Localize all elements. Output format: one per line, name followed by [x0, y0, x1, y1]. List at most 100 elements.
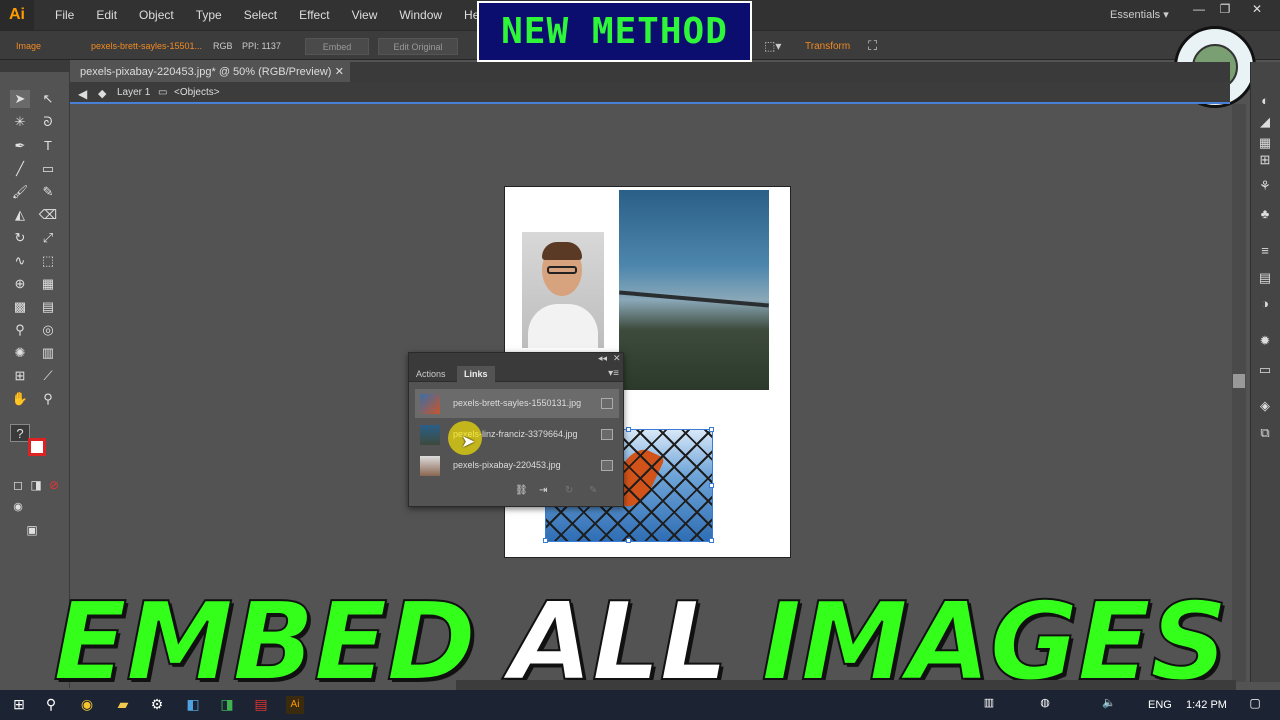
edit-original-button[interactable]: Edit Original — [378, 38, 458, 55]
perspective-grid-tool-icon[interactable]: ▦ — [38, 275, 58, 293]
rotate-tool-icon[interactable]: ↻ — [10, 229, 30, 247]
breadcrumb-layer[interactable]: Layer 1 — [117, 87, 150, 98]
pencil-tool-icon[interactable]: ✎ — [38, 183, 58, 201]
symbols-icon[interactable]: ⚘ — [1256, 178, 1274, 194]
graphic-styles-icon[interactable]: ♣ — [1256, 206, 1274, 222]
color-mode-icon[interactable]: ◻ — [8, 476, 28, 494]
gradient-panel-icon[interactable]: ▤ — [1256, 270, 1274, 286]
clock[interactable]: 1:42 PM — [1186, 699, 1227, 711]
linked-filename[interactable]: pexels-brett-sayles-15501... — [91, 41, 202, 51]
scrollbar-thumb[interactable] — [1233, 374, 1245, 388]
search-icon[interactable]: ⚲ — [42, 696, 60, 714]
swatches-icon[interactable]: ▦ — [1256, 135, 1274, 151]
update-link-icon[interactable]: ↻ — [565, 485, 573, 496]
system-tray-icons[interactable]: ▥ — [980, 696, 998, 714]
transform-link[interactable]: Transform — [805, 41, 850, 52]
layers-panel-icon[interactable]: ◈ — [1256, 398, 1274, 414]
menu-view[interactable]: View — [341, 8, 389, 22]
menu-object[interactable]: Object — [128, 8, 185, 22]
symbol-sprayer-tool-icon[interactable]: ✺ — [10, 344, 30, 362]
handle[interactable] — [709, 483, 714, 488]
restore-icon[interactable]: ❐ — [1214, 2, 1236, 18]
transparency-icon[interactable]: ◑ — [1256, 296, 1274, 312]
slice-tool-icon[interactable]: ⟋ — [38, 367, 58, 385]
pdf-icon[interactable]: ▤ — [252, 696, 270, 714]
close-icon[interactable]: ✕ — [1246, 2, 1268, 18]
breadcrumb-objects[interactable]: <Objects> — [174, 87, 220, 98]
collapse-icon[interactable]: ◂◂ — [598, 353, 607, 364]
pen-tool-icon[interactable]: ✒ — [10, 137, 30, 155]
magic-wand-tool-icon[interactable]: ✳ — [10, 113, 30, 131]
panel-menu-icon[interactable]: ▾≡ — [608, 368, 619, 379]
warp-tool-icon[interactable]: ∿ — [10, 252, 30, 270]
brushes-icon[interactable]: ⊞ — [1256, 152, 1274, 168]
eraser-tool-icon[interactable]: ⌫ — [38, 206, 58, 224]
close-tab-icon[interactable]: ✕ — [335, 65, 344, 78]
notifications-icon[interactable]: ▢ — [1246, 696, 1264, 714]
link-item[interactable]: pexels-linz-franciz-3379664.jpg — [415, 420, 619, 449]
link-item[interactable]: pexels-pixabay-220453.jpg — [415, 451, 619, 480]
link-item[interactable]: pexels-brett-sayles-1550131.jpg — [415, 389, 619, 418]
align-icon[interactable]: ⬚▾ — [764, 39, 781, 53]
gradient-mode-icon[interactable]: ◨ — [26, 476, 46, 494]
minimize-icon[interactable]: — — [1188, 2, 1210, 18]
handle[interactable] — [543, 538, 548, 543]
hand-tool-icon[interactable]: ✋ — [10, 390, 30, 408]
object-kind[interactable]: Image — [16, 41, 41, 51]
rectangle-tool-icon[interactable]: ▭ — [38, 160, 58, 178]
panel-close-icon[interactable]: ✕ — [613, 353, 621, 364]
go-to-link-icon[interactable]: ⇥ — [539, 485, 547, 496]
menu-edit[interactable]: Edit — [85, 8, 128, 22]
workspace-switcher[interactable]: Essentials ▾ — [1110, 8, 1169, 21]
horizontal-scrollbar[interactable] — [456, 680, 1236, 690]
menu-type[interactable]: Type — [185, 8, 233, 22]
panel-titlebar[interactable]: ◂◂ ✕ — [409, 353, 623, 366]
stroke-icon[interactable] — [28, 438, 46, 456]
zoom-tool-icon[interactable]: ⚲ — [38, 390, 58, 408]
back-arrow-icon[interactable]: ◀ — [78, 87, 87, 101]
handle[interactable] — [626, 538, 631, 543]
menu-select[interactable]: Select — [233, 8, 288, 22]
selection-tool-icon[interactable]: ➤ — [10, 90, 30, 108]
volume-icon[interactable]: 🔈 — [1100, 696, 1118, 714]
blend-tool-icon[interactable]: ◎ — [38, 321, 58, 339]
paintbrush-tool-icon[interactable]: 🖌 — [10, 183, 30, 201]
eyedropper-tool-icon[interactable]: ⚲ — [10, 321, 30, 339]
document-tab[interactable]: pexels-pixabay-220453.jpg* @ 50% (RGB/Pr… — [70, 62, 350, 82]
artboard-tool-icon[interactable]: ⊞ — [10, 367, 30, 385]
settings-icon[interactable]: ⚙ — [148, 696, 166, 714]
align-panel-icon[interactable]: ▭ — [1256, 362, 1274, 378]
artboards-panel-icon[interactable]: ⧉ — [1256, 425, 1274, 441]
type-tool-icon[interactable]: T — [38, 137, 58, 155]
column-graph-tool-icon[interactable]: ▥ — [38, 344, 58, 362]
app-icon[interactable]: ◧ — [184, 696, 202, 714]
blob-brush-tool-icon[interactable]: ◭ — [10, 206, 30, 224]
windows-start-icon[interactable]: ⊞ — [10, 696, 28, 714]
gradient-tool-icon[interactable]: ▤ — [38, 298, 58, 316]
lasso-tool-icon[interactable]: ᘐ — [38, 113, 58, 131]
barbed-wire-photo[interactable] — [619, 190, 769, 390]
embed-button[interactable]: Embed — [305, 38, 369, 55]
scale-tool-icon[interactable]: ⤢ — [38, 229, 58, 247]
shape-builder-tool-icon[interactable]: ⊕ — [10, 275, 30, 293]
color-guide-icon[interactable]: ◢ — [1256, 114, 1274, 130]
isolate-icon[interactable]: ⛶ — [868, 38, 877, 54]
file-explorer-icon[interactable]: ▰ — [114, 696, 132, 714]
handle[interactable] — [626, 427, 631, 432]
none-mode-icon[interactable]: ⊘ — [44, 476, 64, 494]
menu-effect[interactable]: Effect — [288, 8, 340, 22]
color-panel-icon[interactable]: ◐ — [1256, 93, 1274, 109]
stroke-panel-icon[interactable]: ≡ — [1256, 243, 1274, 259]
appearance-icon[interactable]: ✹ — [1256, 333, 1274, 349]
language-indicator[interactable]: ENG — [1148, 699, 1172, 711]
draw-mode-icon[interactable]: ◉ — [8, 498, 28, 516]
edit-original-icon[interactable]: ✎ — [589, 485, 597, 496]
line-tool-icon[interactable]: ╱ — [10, 160, 30, 178]
portrait-photo[interactable] — [522, 232, 604, 348]
tab-links[interactable]: Links — [457, 366, 495, 382]
relink-icon[interactable]: ⛓ — [515, 485, 528, 496]
menu-window[interactable]: Window — [388, 8, 453, 22]
mesh-tool-icon[interactable]: ▩ — [10, 298, 30, 316]
chrome-icon[interactable]: ◉ — [78, 696, 96, 714]
handle[interactable] — [709, 427, 714, 432]
